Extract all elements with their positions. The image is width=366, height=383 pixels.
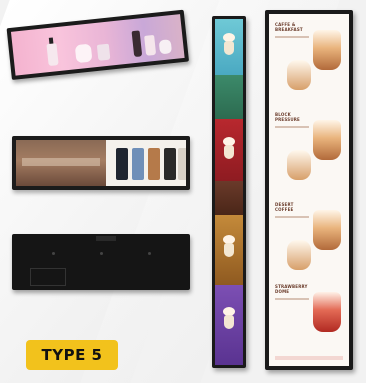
screw-hole xyxy=(52,252,55,255)
menu-item-title: BLOCK PRESSURE xyxy=(275,112,300,122)
io-panel xyxy=(30,268,66,286)
cup-icon xyxy=(224,41,234,55)
dessert-icon xyxy=(313,30,341,70)
menu-item: BLOCK PRESSURE xyxy=(269,110,349,194)
mount-notch xyxy=(96,236,116,241)
menu-item-subtitle-line xyxy=(275,36,309,38)
promo-segment xyxy=(215,215,243,285)
screw-hole xyxy=(148,252,151,255)
menu-screen: CAFFE & BREAKFAST BLOCK PRESSURE DESERT … xyxy=(269,14,349,366)
menu-item-title: STRAWBERRY DOME xyxy=(275,284,308,294)
narrow-screen xyxy=(215,19,243,365)
tall-display-menu: CAFFE & BREAKFAST BLOCK PRESSURE DESERT … xyxy=(265,10,353,370)
cosmetic-jar-icon xyxy=(74,43,93,64)
cup-icon xyxy=(224,315,234,329)
desert-landscape-image xyxy=(16,140,106,186)
menu-item-subtitle-line xyxy=(275,298,309,300)
promo-segment xyxy=(215,285,243,365)
footer-strip xyxy=(275,356,343,360)
cosmetic-bottle-icon xyxy=(46,43,59,67)
menu-item-title: DESERT COFFEE xyxy=(275,202,294,212)
garment-icon xyxy=(178,148,186,180)
promo-segment xyxy=(215,75,243,119)
cosmetic-jar-icon xyxy=(158,39,173,55)
promo-segment xyxy=(215,181,243,215)
dessert-icon xyxy=(313,210,341,250)
dessert-icon xyxy=(287,60,311,90)
menu-item: DESERT COFFEE xyxy=(269,200,349,284)
promo-segment xyxy=(215,19,243,75)
garment-icon xyxy=(164,148,176,180)
garment-icon xyxy=(116,148,128,180)
tall-display-narrow xyxy=(212,16,246,368)
cup-icon xyxy=(224,243,234,257)
menu-item-title: CAFFE & BREAKFAST xyxy=(275,22,303,32)
promo-segment xyxy=(215,119,243,181)
screw-hole xyxy=(100,252,103,255)
dessert-icon xyxy=(287,150,311,180)
menu-item-subtitle-line xyxy=(275,216,309,218)
menu-item: CAFFE & BREAKFAST xyxy=(269,20,349,104)
cup-icon xyxy=(224,145,234,159)
fashion-screen xyxy=(16,140,186,186)
dessert-icon xyxy=(287,240,311,270)
garment-icon xyxy=(148,148,160,180)
garment-icon xyxy=(132,148,144,180)
cosmetic-tube-icon xyxy=(131,30,143,58)
cosmetic-bottle-icon xyxy=(96,43,111,61)
dessert-icon xyxy=(313,292,341,332)
bar-display-back xyxy=(12,234,190,290)
menu-item: STRAWBERRY DOME xyxy=(269,282,349,366)
menu-item-subtitle-line xyxy=(275,126,309,128)
type-badge: TYPE 5 xyxy=(26,340,118,370)
dessert-icon xyxy=(313,120,341,160)
cosmetic-bottle-icon xyxy=(144,34,157,56)
bar-display-fashion xyxy=(12,136,190,190)
